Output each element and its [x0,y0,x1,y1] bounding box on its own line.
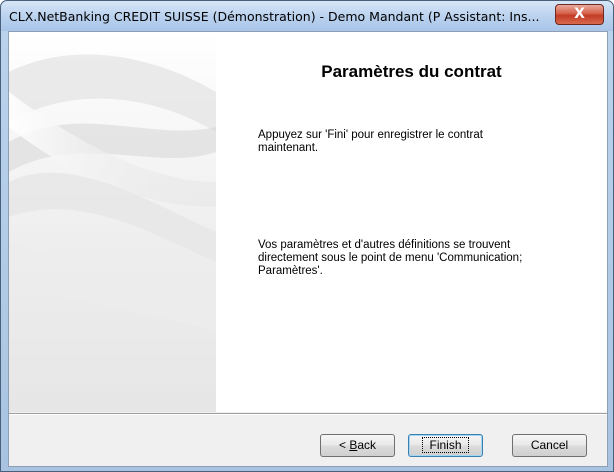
cancel-button-label: Cancel [530,438,569,452]
footer-separator [9,413,607,415]
wizard-body: Paramètres du contrat Appuyez sur 'Fini'… [8,31,608,467]
info-text: Vos paramètres et d'autres définitions s… [258,239,523,277]
wizard-window: CLX.NetBanking CREDIT SUISSE (Démonstrat… [0,0,614,472]
window-title: CLX.NetBanking CREDIT SUISSE (Démonstrat… [9,9,540,24]
instruction-text: Appuyez sur 'Fini' pour enregistrer le c… [258,129,483,154]
title-bar[interactable]: CLX.NetBanking CREDIT SUISSE (Démonstrat… [1,1,613,31]
close-icon: X [574,6,585,22]
finish-button[interactable]: Finish [408,434,483,457]
close-button[interactable]: X [555,4,604,25]
finish-button-label: Finish [422,437,469,453]
wizard-content-panel: Paramètres du contrat Appuyez sur 'Fini'… [216,32,607,412]
back-button-label: ack [357,438,377,452]
back-button-prefix: < [338,438,350,452]
wizard-side-banner [9,32,216,412]
cancel-button[interactable]: Cancel [512,434,587,457]
back-button[interactable]: < Back [320,434,395,457]
page-title: Paramètres du contrat [321,62,502,81]
swoosh-graphic [9,54,216,332]
